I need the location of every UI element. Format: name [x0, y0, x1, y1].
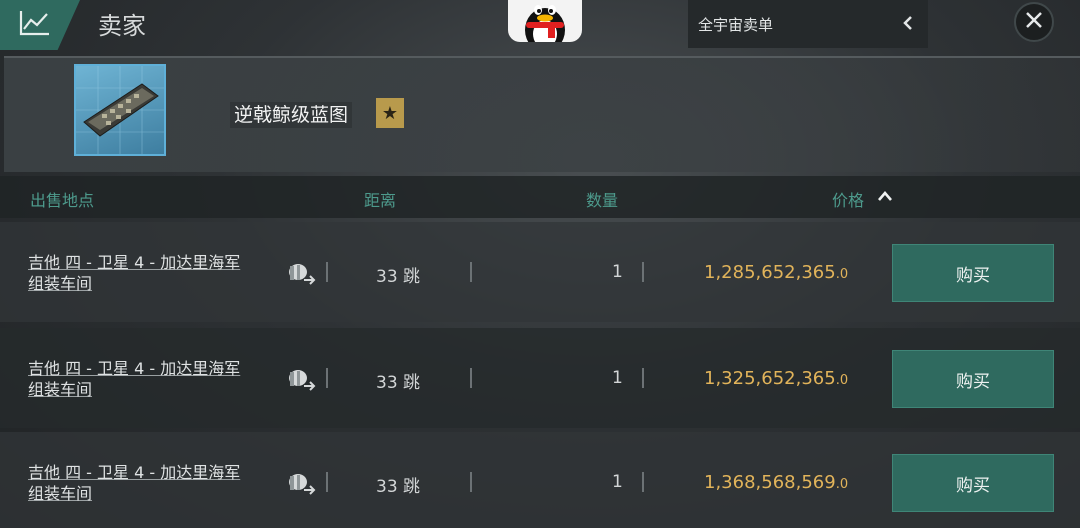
- buy-button[interactable]: 购买: [892, 244, 1054, 302]
- set-destination-icon[interactable]: [284, 260, 320, 292]
- divider: [642, 472, 644, 492]
- distance-value: 33 跳: [376, 477, 421, 497]
- divider: [326, 368, 328, 388]
- set-destination-icon[interactable]: [284, 366, 320, 398]
- sell-location[interactable]: 吉他 四 - 卫星 4 - 加达里海军 组装车间: [28, 462, 278, 504]
- sell-location[interactable]: 吉他 四 - 卫星 4 - 加达里海军 组装车间: [28, 358, 278, 400]
- close-icon: [1024, 10, 1044, 34]
- divider: [642, 262, 644, 282]
- sort-ascending-icon[interactable]: [876, 187, 894, 206]
- table-row[interactable]: 吉他 四 - 卫星 4 - 加达里海军 组装车间 33 跳 1 1,325,65…: [0, 328, 1080, 428]
- divider: [326, 262, 328, 282]
- chart-tab-button[interactable]: [0, 0, 80, 50]
- buy-button[interactable]: 购买: [892, 454, 1054, 512]
- divider: [326, 472, 328, 492]
- market-scope-label: 全宇宙卖单: [698, 15, 774, 34]
- divider: [470, 368, 472, 388]
- item-thumbnail[interactable]: [74, 64, 166, 156]
- quantity-value: 1: [612, 472, 623, 492]
- divider: [470, 262, 472, 282]
- chart-icon: [18, 9, 52, 41]
- top-bar: 卖家 全宇宙卖单: [0, 0, 1080, 50]
- price-value: 1,325,652,365.0: [704, 368, 849, 389]
- quantity-value: 1: [612, 368, 623, 388]
- set-destination-icon[interactable]: [284, 470, 320, 502]
- column-distance[interactable]: 距离: [364, 187, 396, 211]
- price-value: 1,368,568,569.0: [704, 472, 849, 493]
- market-scope-selector[interactable]: 全宇宙卖单: [688, 0, 928, 48]
- page-title: 卖家: [98, 12, 146, 40]
- divider: [642, 368, 644, 388]
- buy-button[interactable]: 购买: [892, 350, 1054, 408]
- divider: [470, 472, 472, 492]
- close-button[interactable]: [1014, 2, 1054, 42]
- item-name: 逆戟鲸级蓝图: [230, 102, 353, 128]
- table-row[interactable]: 吉他 四 - 卫星 4 - 加达里海军 组装车间 33 跳 1 1,285,65…: [0, 222, 1080, 322]
- distance-value: 33 跳: [376, 373, 421, 393]
- table-row[interactable]: 吉他 四 - 卫星 4 - 加达里海军 组装车间 33 跳 1 1,368,56…: [0, 432, 1080, 528]
- distance-value: 33 跳: [376, 267, 421, 287]
- sell-location[interactable]: 吉他 四 - 卫星 4 - 加达里海军 组装车间: [28, 252, 278, 294]
- penguin-icon: [508, 0, 582, 42]
- column-price[interactable]: 价格: [832, 187, 864, 211]
- order-table-header: 出售地点 距离 数量 价格: [0, 176, 1080, 218]
- item-header: 逆戟鲸级蓝图 ★: [4, 56, 1080, 172]
- column-location[interactable]: 出售地点: [30, 187, 94, 211]
- price-value: 1,285,652,365.0: [704, 262, 849, 283]
- chevron-left-icon: [902, 14, 914, 36]
- column-quantity[interactable]: 数量: [586, 187, 618, 211]
- quantity-value: 1: [612, 262, 623, 282]
- star-icon: ★: [376, 98, 404, 128]
